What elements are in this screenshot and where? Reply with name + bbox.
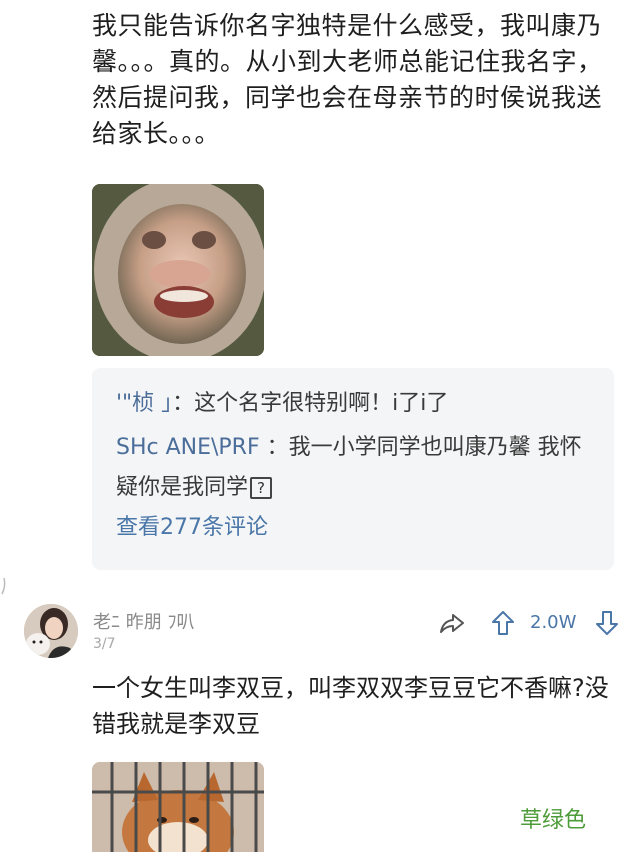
reply-preview-box: '"桢 」：这个名字很特别啊！i了i了 SHc ANE\PRF ：我一小学同学也… (92, 368, 614, 570)
downvote-button[interactable] (594, 609, 620, 641)
question-box-icon: ? (250, 477, 273, 499)
comment-action-bar: 2.0W (0, 606, 640, 642)
share-arrow-icon (440, 614, 464, 633)
reply-item[interactable]: SHc ANE\PRF ：我一小学同学也叫康乃馨 我怀疑你是我同学? (116, 428, 596, 508)
upvote-button[interactable] (490, 609, 516, 641)
comment-text: 一个女生叫李双豆，叫李双双李豆豆它不香嘛?没错我就是李双豆 (92, 674, 609, 738)
dog-sticker-image[interactable] (92, 762, 264, 852)
upvote-count: 2.0W (530, 612, 577, 633)
upvote-arrow-icon (492, 611, 514, 635)
edge-curl-icon (1, 577, 6, 595)
reply-nickname[interactable]: '"桢 」 (116, 391, 172, 416)
reply-item[interactable]: '"桢 」：这个名字很特别啊！i了i了 (116, 384, 596, 424)
reply-nickname[interactable]: SHc ANE\PRF (116, 435, 267, 460)
post-text: 我只能告诉你名字独特是什么感受，我叫康乃馨。。。真的。从小到大老师总能记住我名字… (92, 11, 603, 148)
monkey-sticker-image[interactable] (92, 184, 264, 356)
watermark-text: 草绿色 (520, 808, 587, 833)
reply-text: ：这个名字很特别啊！i了i了 (172, 391, 449, 416)
shiba-dog-graphic (92, 762, 264, 852)
share-button[interactable] (438, 610, 466, 640)
monkey-face-graphic (92, 184, 264, 356)
view-all-comments-link[interactable]: 查看277条评论 (116, 508, 268, 548)
downvote-arrow-icon (596, 611, 618, 635)
